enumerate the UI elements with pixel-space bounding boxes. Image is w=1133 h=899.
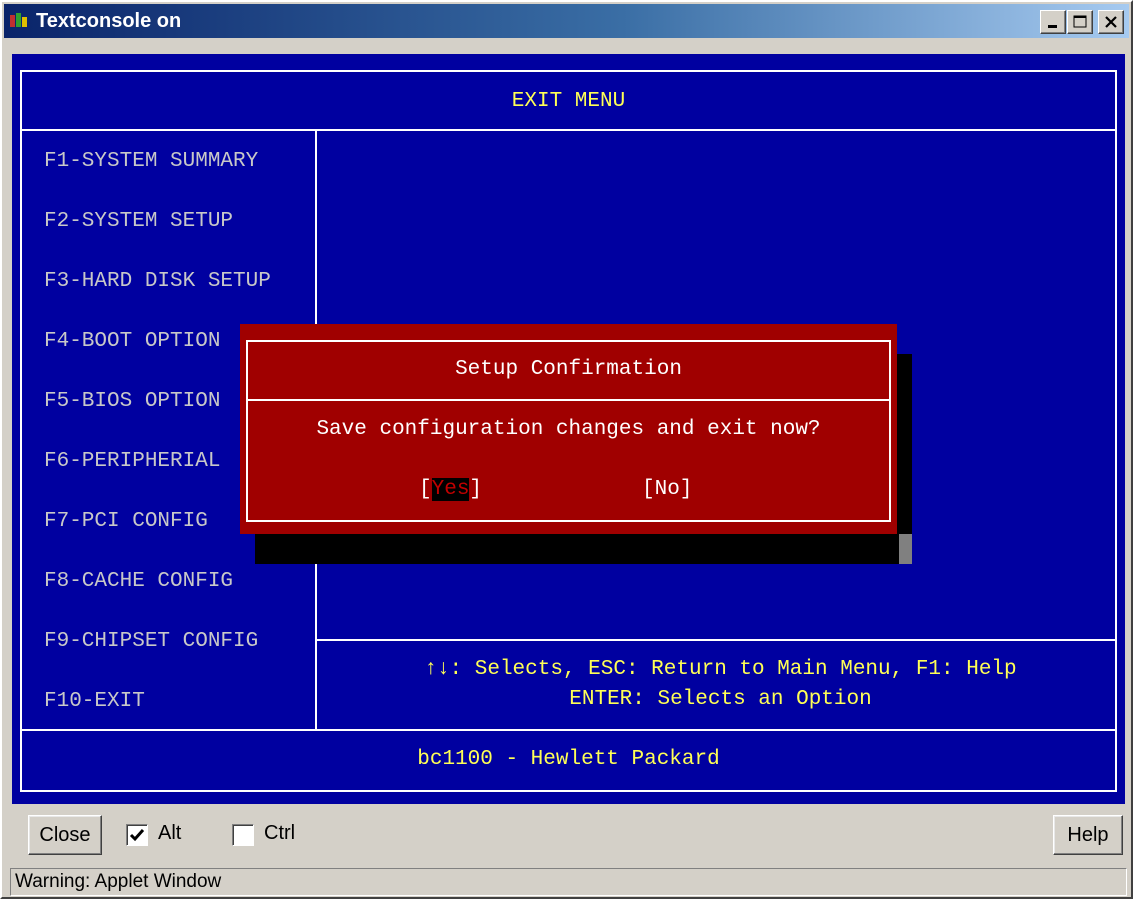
- text-console[interactable]: EXIT MENU F1-SYSTEM SUMMARY F2-SYSTEM SE…: [12, 54, 1125, 804]
- setup-confirmation-dialog: Setup Confirmation Save configuration ch…: [240, 324, 897, 534]
- help-line-2: ENTER: Selects an Option: [569, 688, 872, 711]
- menu-item-f2[interactable]: F2-SYSTEM SETUP: [44, 210, 233, 233]
- yes-button[interactable]: [Yes]: [419, 478, 482, 501]
- ctrl-label: Ctrl: [264, 822, 296, 844]
- window-title: Textconsole on: [36, 10, 182, 32]
- help-line-1: ↑↓: Selects, ESC: Return to Main Menu, F…: [424, 658, 1017, 681]
- alt-checkbox[interactable]: [126, 824, 148, 846]
- title-bar[interactable]: Textconsole on: [4, 4, 1129, 38]
- menu-item-f8[interactable]: F8-CACHE CONFIG: [44, 570, 233, 593]
- yes-label: Yes: [431, 478, 470, 501]
- minimize-button[interactable]: [1040, 10, 1066, 34]
- maximize-button[interactable]: [1067, 10, 1093, 34]
- maximize-icon: [1073, 15, 1087, 28]
- scroll-thumb: [899, 534, 912, 564]
- menu-item-f7[interactable]: F7-PCI CONFIG: [44, 510, 208, 533]
- status-bar: Warning: Applet Window: [10, 868, 1127, 896]
- dialog-title: Setup Confirmation: [455, 358, 682, 381]
- alt-label: Alt: [158, 822, 182, 844]
- dialog-message: Save configuration changes and exit now?: [316, 418, 821, 441]
- menu-header: EXIT MENU: [511, 90, 626, 113]
- close-button[interactable]: Close: [28, 815, 102, 855]
- yes-bracket-close: ]: [469, 478, 483, 501]
- applet-window: Textconsole on EXIT MENU F1-SYSTEM SUMMA…: [0, 0, 1133, 899]
- java-app-icon: [10, 13, 28, 29]
- header-divider: [20, 129, 1117, 131]
- menu-item-f4[interactable]: F4-BOOT OPTION: [44, 330, 220, 353]
- menu-item-f1[interactable]: F1-SYSTEM SUMMARY: [44, 150, 258, 173]
- help-button[interactable]: Help: [1053, 815, 1123, 855]
- close-icon: [1105, 16, 1117, 28]
- no-button[interactable]: [No]: [642, 478, 692, 501]
- checkmark-icon: [129, 829, 145, 842]
- yes-bracket-open: [: [419, 478, 432, 501]
- menu-item-f3[interactable]: F3-HARD DISK SETUP: [44, 270, 271, 293]
- console-footer: bc1100 - Hewlett Packard: [417, 748, 720, 771]
- minimize-icon: [1048, 25, 1057, 28]
- ctrl-checkbox[interactable]: [232, 824, 254, 846]
- dialog-divider: [246, 399, 891, 401]
- menu-item-f10[interactable]: F10-EXIT: [44, 690, 145, 713]
- footer-divider: [20, 729, 1117, 731]
- menu-item-f5[interactable]: F5-BIOS OPTION: [44, 390, 220, 413]
- menu-item-f6[interactable]: F6-PERIPHERIAL: [44, 450, 220, 473]
- help-divider: [315, 639, 1117, 641]
- window-close-button[interactable]: [1098, 10, 1124, 34]
- menu-item-f9[interactable]: F9-CHIPSET CONFIG: [44, 630, 258, 653]
- status-text: Warning: Applet Window: [15, 871, 222, 892]
